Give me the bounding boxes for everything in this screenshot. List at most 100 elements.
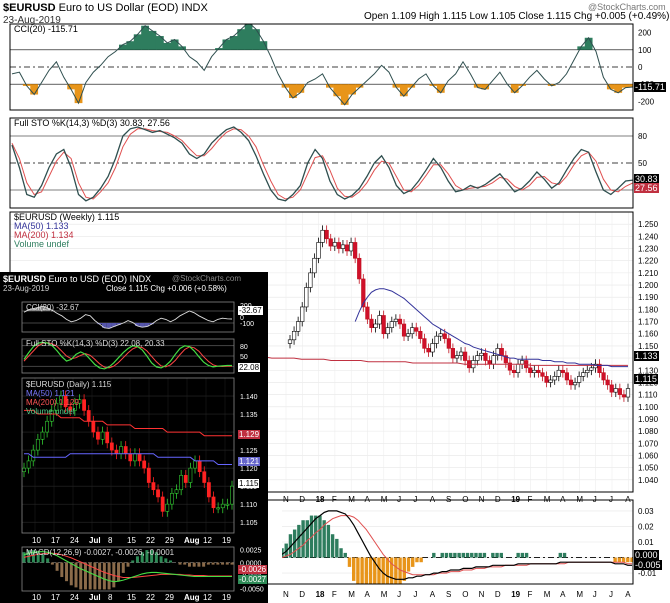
inset-x-label-4: 8 xyxy=(108,536,113,545)
price-x-label-12: N xyxy=(479,495,485,504)
price-x-label-16: M xyxy=(544,495,551,504)
candle-body xyxy=(430,343,435,353)
candle-body xyxy=(560,369,565,373)
candle-body xyxy=(377,315,382,325)
inset-candle-body xyxy=(156,489,160,498)
price-tag: 1.115 xyxy=(634,374,658,384)
candle-body xyxy=(304,287,309,308)
candle-body xyxy=(381,315,386,335)
macd-tick-2: 0.01 xyxy=(638,538,654,547)
price-x-label-19: J xyxy=(593,495,597,504)
inset-volume: Volume undef xyxy=(26,407,75,416)
candle-body xyxy=(369,318,374,328)
macd-x-label-1: D xyxy=(299,590,305,599)
inset-candle-body xyxy=(96,431,100,440)
candle-body xyxy=(385,327,390,335)
price-tick-8: 1.170 xyxy=(638,318,659,327)
iprice-tick-3: 1.125 xyxy=(240,448,258,455)
isto-tick-0: 80 xyxy=(240,344,248,351)
macd-x-label-21: A xyxy=(625,590,631,599)
candle-body xyxy=(589,367,594,371)
price-tick-15: 1.100 xyxy=(638,403,659,412)
price-x-label-9: A xyxy=(430,495,436,504)
candle-body xyxy=(442,333,447,339)
inset-price-title: $EURUSD (Daily) 1.115 xyxy=(26,380,112,389)
macd-x-label-11: O xyxy=(462,590,468,599)
candle-body xyxy=(511,369,517,373)
macd-x-label-15: F xyxy=(528,590,533,599)
cci-panel xyxy=(11,24,633,106)
macd-tick-1: 0.02 xyxy=(638,522,654,531)
macd-x-label-3: F xyxy=(332,590,337,599)
candle-body xyxy=(414,327,419,332)
inset-x-label-7: 29 xyxy=(165,536,174,545)
macd-x-label-2: 18 xyxy=(316,590,325,599)
candle-body xyxy=(454,355,460,359)
inset-candle-body xyxy=(146,467,151,483)
inset-candle-body xyxy=(165,503,170,512)
candle-body xyxy=(373,323,378,328)
macd-x-label-16: M xyxy=(544,590,551,599)
inset-price-legend: $EURUSD (Daily) 1.115 MA(50) 1.121 MA(20… xyxy=(26,380,111,416)
macd-x-label-5: A xyxy=(365,590,371,599)
price-x-label-3: F xyxy=(332,495,337,504)
candle-body xyxy=(540,372,545,377)
price-tick-2: 1.230 xyxy=(638,245,659,254)
candle-body xyxy=(585,369,590,373)
inset-macd-x-label-2: 24 xyxy=(70,593,79,602)
inset-x-label-8: Aug xyxy=(184,536,200,545)
candle-body xyxy=(491,355,496,365)
candle-body xyxy=(308,272,313,288)
inset-candle-body xyxy=(142,460,147,469)
price-x-label-8: J xyxy=(413,495,417,504)
candle-body xyxy=(536,369,541,373)
macd-tick-4: -0.01 xyxy=(638,569,657,578)
candle-body xyxy=(544,376,549,383)
inset-candle-body xyxy=(40,431,45,440)
price-tick-0: 1.250 xyxy=(638,220,659,229)
candle-body xyxy=(328,238,333,247)
candle-body xyxy=(418,331,423,339)
inset-macd-x-label-1: 17 xyxy=(51,593,60,602)
inset-x-label-10: 19 xyxy=(222,536,231,545)
iprice-tick-4: 1.120 xyxy=(240,466,258,473)
candle-body xyxy=(621,394,627,398)
candle-body xyxy=(401,323,407,337)
inset-macd-x-label-9: 12 xyxy=(203,593,212,602)
macd-x-label-7: J xyxy=(397,590,401,599)
price-tick-18: 1.070 xyxy=(638,439,659,448)
inset-candle-body xyxy=(31,449,36,462)
macd-tag-2: -0.005 xyxy=(634,560,662,570)
price-x-label-13: D xyxy=(495,495,501,504)
iprice-tick-6: 1.110 xyxy=(240,502,257,509)
inset-candle-body xyxy=(35,438,40,451)
price-tick-14: 1.110 xyxy=(638,391,658,400)
inset-x-label-9: 12 xyxy=(203,536,212,545)
price-x-label-5: A xyxy=(365,495,371,504)
candle-body xyxy=(528,367,533,373)
candle-body xyxy=(617,388,622,395)
inset-candle-body xyxy=(206,482,211,498)
price-x-label-6: M xyxy=(381,495,388,504)
inset-candle-body xyxy=(119,446,123,454)
candle-body xyxy=(499,348,504,356)
candle-body xyxy=(479,352,484,356)
candle-body xyxy=(438,333,443,337)
inset-ma200-tag: 1.129 xyxy=(238,430,261,439)
inset-candle-body xyxy=(211,496,216,509)
inset-macd-tag-2: -0.0027 xyxy=(238,575,268,584)
inset-candle-body xyxy=(220,503,225,509)
isto-tick-1: 50 xyxy=(240,354,248,361)
inset-candle-body xyxy=(183,475,188,483)
candle-body xyxy=(397,318,403,325)
cci-tick-4: -200 xyxy=(638,97,655,106)
candle-body xyxy=(564,372,570,381)
inset-candle-body xyxy=(22,467,26,473)
candle-body xyxy=(426,348,431,353)
macd-line xyxy=(282,510,632,580)
inset-macd-x-label-5: 15 xyxy=(127,593,136,602)
inset-candle-body xyxy=(123,446,128,454)
candle-body xyxy=(422,338,427,349)
inset-candle-body xyxy=(151,482,156,491)
sto-label: Full STO %K(14,3) %D(3) 30.83, 27.56 xyxy=(14,118,170,128)
